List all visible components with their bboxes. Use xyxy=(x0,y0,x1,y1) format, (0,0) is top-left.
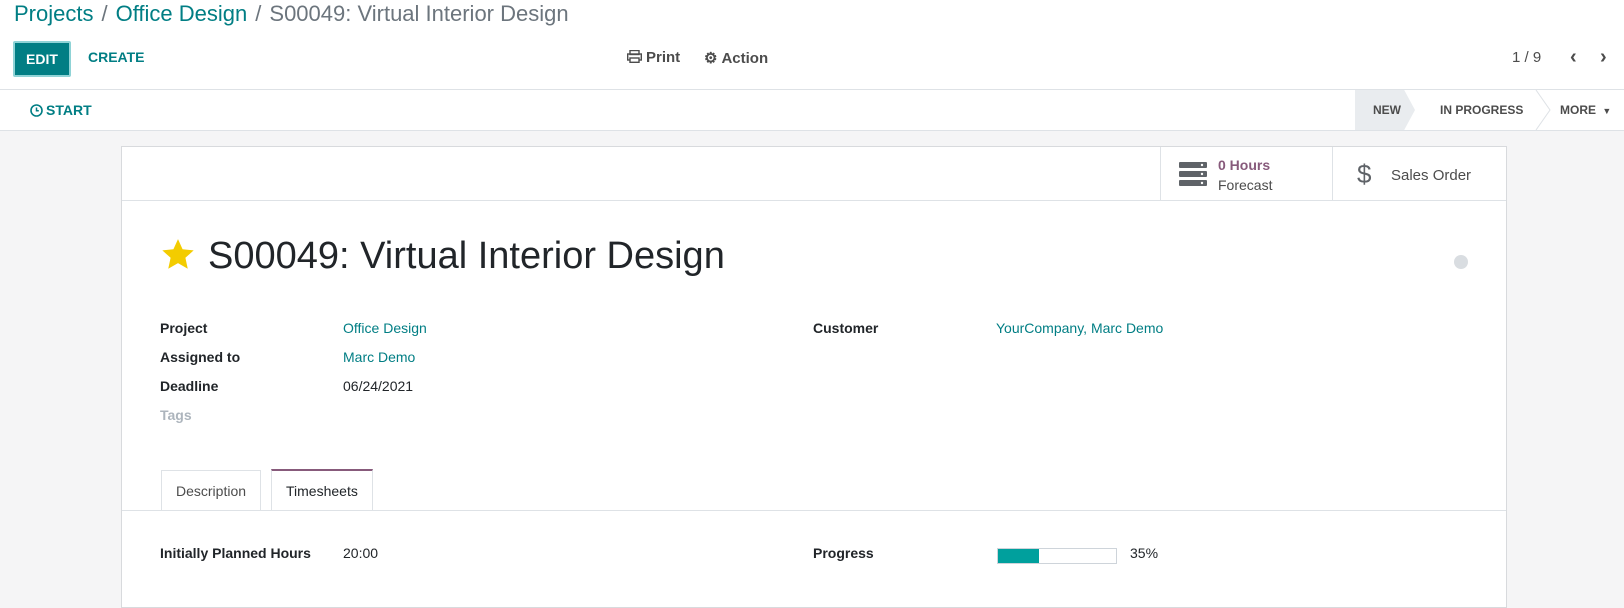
server-icon xyxy=(1179,162,1207,186)
customer-field-label: Customer xyxy=(813,320,879,336)
kanban-state-icon[interactable] xyxy=(1454,255,1468,269)
more-label: MORE xyxy=(1560,103,1596,117)
breadcrumb-separator: / xyxy=(255,1,262,26)
more-stages-dropdown[interactable]: MORE ▼ xyxy=(1560,103,1611,117)
breadcrumb-separator: / xyxy=(101,1,108,26)
stage-new-label: NEW xyxy=(1373,103,1401,117)
breadcrumb-current: S00049: Virtual Interior Design xyxy=(269,1,569,26)
tab-description[interactable]: Description xyxy=(161,470,262,510)
project-field-label: Project xyxy=(160,320,208,336)
customer-field-value[interactable]: YourCompany, Marc Demo xyxy=(996,320,1163,336)
breadcrumb-projects-link[interactable]: Projects xyxy=(14,1,93,26)
tags-field-label: Tags xyxy=(160,407,192,423)
forecast-label: Forecast xyxy=(1218,177,1273,193)
progress-label: Progress xyxy=(813,545,874,561)
assigned-field-label: Assigned to xyxy=(160,349,241,365)
breadcrumb-office-design-link[interactable]: Office Design xyxy=(116,1,248,26)
stage-in-progress[interactable]: IN PROGRESS xyxy=(1440,103,1523,117)
tab-timesheets[interactable]: Timesheets xyxy=(271,469,373,510)
progress-bar xyxy=(997,548,1117,564)
edit-button[interactable]: EDIT xyxy=(13,41,71,77)
clock-icon xyxy=(30,104,43,117)
forecast-hours-button[interactable]: 0 Hours Forecast xyxy=(1160,147,1333,200)
start-label: START xyxy=(46,102,92,118)
sales-order-button[interactable]: $ Sales Order xyxy=(1332,147,1507,200)
deadline-field-value: 06/24/2021 xyxy=(343,378,414,394)
create-button[interactable]: CREATE xyxy=(88,49,145,65)
chevron-right-icon[interactable]: › xyxy=(1600,46,1607,69)
caret-down-icon: ▼ xyxy=(1602,106,1612,116)
progress-bar-fill xyxy=(998,549,1040,563)
deadline-field-label: Deadline xyxy=(160,378,219,394)
project-field-value[interactable]: Office Design xyxy=(343,320,427,336)
status-bar: START NEW IN PROGRESS MORE ▼ xyxy=(0,90,1624,131)
dollar-icon: $ xyxy=(1357,159,1372,189)
forecast-hours-value: 0 Hours xyxy=(1218,157,1271,173)
planned-hours-value: 20:00 xyxy=(343,545,379,561)
sales-order-label: Sales Order xyxy=(1391,167,1472,184)
assigned-field-value[interactable]: Marc Demo xyxy=(343,349,415,365)
start-timer-button[interactable]: START xyxy=(30,102,92,118)
action-label: Action xyxy=(721,50,769,67)
form-sheet: 0 Hours Forecast $ Sales Order S00049: V… xyxy=(121,146,1507,608)
chevron-left-icon[interactable]: ‹ xyxy=(1570,46,1577,69)
star-icon[interactable] xyxy=(160,238,196,272)
action-dropdown[interactable]: ⚙ Action xyxy=(704,49,768,67)
task-title: S00049: Virtual Interior Design xyxy=(208,235,725,277)
print-icon xyxy=(626,49,643,64)
stage-new[interactable]: NEW xyxy=(1355,90,1415,130)
planned-hours-label: Initially Planned Hours xyxy=(160,545,311,561)
breadcrumb: Projects / Office Design / S00049: Virtual I… xyxy=(14,0,569,28)
print-dropdown[interactable]: Print xyxy=(626,49,681,66)
gear-icon: ⚙ xyxy=(704,50,718,67)
progress-value: 35% xyxy=(1130,545,1159,561)
stage-divider xyxy=(1535,90,1551,130)
print-label: Print xyxy=(646,49,681,66)
pager-value[interactable]: 1 / 9 xyxy=(1512,49,1541,66)
control-panel: Projects / Office Design / S00049: Virtual I… xyxy=(0,0,1624,90)
button-box: 0 Hours Forecast $ Sales Order xyxy=(122,147,1506,201)
